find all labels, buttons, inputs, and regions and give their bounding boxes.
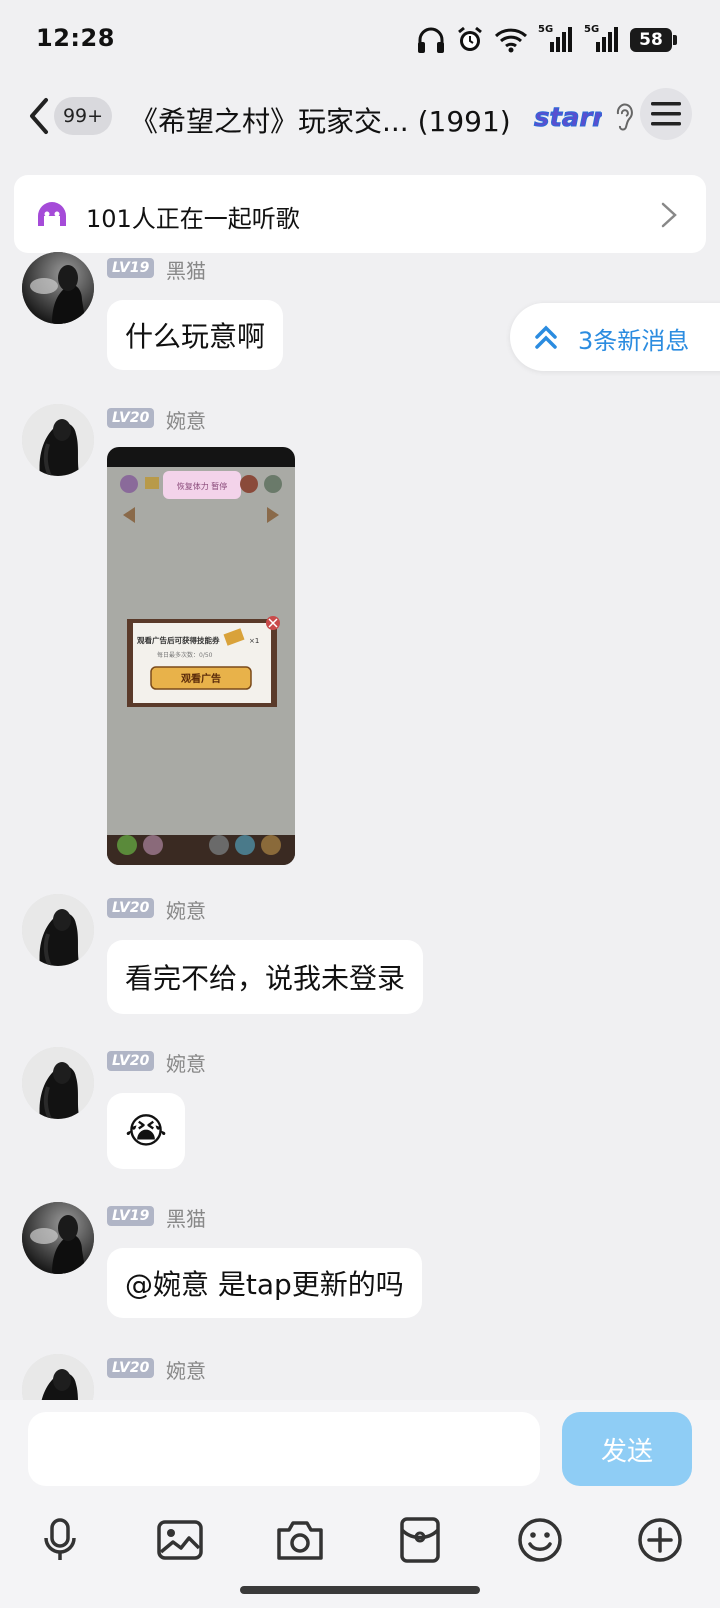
- image-top-label: 恢复体力 暂停: [177, 481, 228, 491]
- new-messages-text: 3条新消息: [578, 327, 690, 355]
- signal-bars-icon: [550, 27, 572, 52]
- message-input[interactable]: [28, 1412, 540, 1486]
- message-bubble[interactable]: 看完不给，说我未登录: [107, 940, 424, 1014]
- new-messages-pill[interactable]: 3条新消息: [510, 303, 720, 371]
- level-badge: LV19: [107, 258, 155, 278]
- avatar-image: [22, 1354, 94, 1400]
- sender-name[interactable]: 黑猫: [166, 1203, 206, 1232]
- signal-1: 5G: [538, 24, 574, 54]
- level-badge: LV20: [107, 408, 155, 428]
- chevron-right-icon: [661, 202, 677, 228]
- home-indicator[interactable]: [240, 1586, 480, 1594]
- crying-emoji: 😭: [124, 1110, 168, 1152]
- signal-2: 5G: [584, 24, 620, 54]
- sender-name[interactable]: 婉意: [166, 1355, 206, 1384]
- svg-text:starry: starry: [534, 103, 602, 133]
- message-bubble[interactable]: @婉意 是tap更新的吗: [107, 1248, 422, 1318]
- message-item: LV19 黑猫 @婉意 是tap更新的吗: [0, 1198, 720, 1328]
- wifi-icon: [494, 28, 528, 53]
- unread-count-badge[interactable]: 99+: [54, 97, 112, 135]
- avatar-image: [22, 894, 94, 966]
- alarm-icon: [458, 26, 482, 51]
- listen-together-text: 101人正在一起听歌: [86, 205, 300, 233]
- image-message[interactable]: 恢复体力 暂停 观看广告后可获得技能券 ×1 每日最多次数：0/50 观看广告: [107, 447, 295, 865]
- starry-badge-logo: starry: [534, 103, 603, 134]
- ear-icon[interactable]: [612, 102, 636, 132]
- plus-icon[interactable]: [634, 1514, 686, 1566]
- back-icon[interactable]: [24, 96, 56, 136]
- sender-name[interactable]: 婉意: [166, 1048, 206, 1077]
- hamburger-icon: [651, 102, 681, 126]
- level-badge: LV19: [107, 1206, 155, 1226]
- microphone-icon[interactable]: [34, 1514, 86, 1566]
- emoji-icon[interactable]: [514, 1514, 566, 1566]
- avatar-image: [22, 252, 94, 324]
- send-button[interactable]: 发送: [562, 1412, 692, 1486]
- level-badge: LV20: [107, 1358, 155, 1378]
- chat-header: 99+ 《希望之村》玩家交... (1991) starry: [0, 80, 720, 160]
- message-item: LV20 婉意: [0, 1350, 720, 1400]
- listen-together-banner[interactable]: 101人正在一起听歌: [14, 175, 706, 253]
- status-icons: 5G 5G 58: [416, 24, 677, 54]
- avatar[interactable]: [22, 1354, 94, 1400]
- message-bubble[interactable]: 😭: [107, 1093, 185, 1169]
- message-item: LV20 婉意 😭: [0, 1043, 720, 1173]
- message-item: LV20 婉意 恢复体力 暂停 观看广告后可获得技能券 ×1 每日最多次数：0/…: [0, 400, 720, 870]
- image-subcaption: 每日最多次数：0/50: [157, 651, 213, 659]
- input-toolbar: [0, 1508, 720, 1578]
- image-button-label: 观看广告: [181, 672, 221, 685]
- avatar[interactable]: [22, 404, 94, 476]
- double-chevron-up-icon: [535, 325, 557, 349]
- avatar[interactable]: [22, 1202, 94, 1274]
- camera-icon[interactable]: [274, 1514, 326, 1566]
- message-item: LV20 婉意 看完不给，说我未登录: [0, 890, 720, 1020]
- status-bar: 12:28 5G 5G 58: [0, 0, 720, 80]
- avatar[interactable]: [22, 894, 94, 966]
- image-reward: ×1: [249, 637, 259, 645]
- message-bubble[interactable]: 什么玩意啊: [107, 300, 284, 370]
- headphones-icon: [418, 27, 444, 53]
- avatar-image: [22, 1202, 94, 1274]
- battery-indicator: 58: [630, 28, 677, 52]
- image-caption: 观看广告后可获得技能券: [137, 635, 220, 645]
- signal-bars-icon: [596, 27, 618, 52]
- avatar-image: [22, 1047, 94, 1119]
- sender-name[interactable]: 婉意: [166, 405, 206, 434]
- listen-together-icon: [38, 202, 66, 226]
- sender-name[interactable]: 黑猫: [166, 255, 206, 284]
- red-packet-icon[interactable]: [394, 1514, 446, 1566]
- level-badge: LV20: [107, 898, 155, 918]
- input-area: 发送: [0, 1400, 720, 1608]
- avatar-image: [22, 404, 94, 476]
- sender-name[interactable]: 婉意: [166, 895, 206, 924]
- group-title[interactable]: 《希望之村》玩家交... (1991): [130, 100, 511, 140]
- avatar[interactable]: [22, 1047, 94, 1119]
- status-time: 12:28: [36, 24, 115, 52]
- menu-button[interactable]: [640, 88, 692, 140]
- level-badge: LV20: [107, 1051, 155, 1071]
- image-icon[interactable]: [154, 1514, 206, 1566]
- avatar[interactable]: [22, 252, 94, 324]
- game-screenshot: 恢复体力 暂停 观看广告后可获得技能券 ×1 每日最多次数：0/50 观看广告: [107, 447, 295, 865]
